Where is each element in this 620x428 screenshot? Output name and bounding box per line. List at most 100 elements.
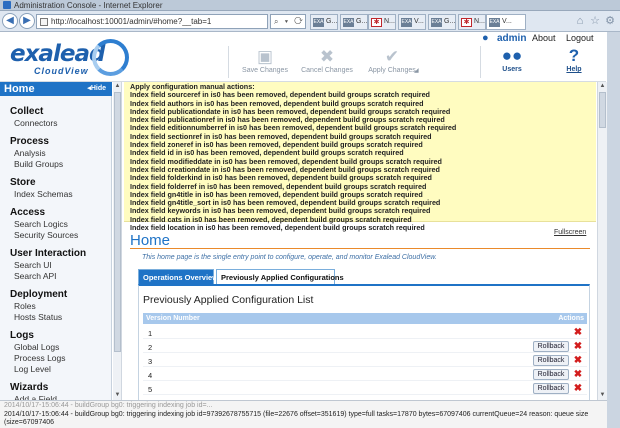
address-text: http://localhost:10001/admin/#home?__tab… <box>51 17 212 26</box>
version-number: 2 <box>148 343 153 352</box>
scroll-up-icon[interactable]: ▲ <box>113 82 122 91</box>
browser-tab[interactable]: EXA V... <box>398 14 426 30</box>
apply-changes-label: Apply Changes <box>368 67 416 74</box>
toolbar-divider <box>228 46 229 78</box>
browser-tab[interactable]: EXA G... <box>310 14 338 30</box>
fullscreen-link[interactable]: Fullscreen <box>554 229 586 236</box>
exalead-favicon-icon: EXA <box>489 18 500 27</box>
cancel-changes-button[interactable]: ✖ Cancel Changes <box>299 47 355 75</box>
table-row: 2 Rollback ✖ <box>143 340 587 353</box>
ie-icon <box>3 1 11 9</box>
tab-previously-applied[interactable]: Previously Applied Configurations <box>216 269 344 284</box>
table-header: Version Number Actions <box>143 313 587 324</box>
forward-icon[interactable]: ▶ <box>19 13 35 29</box>
col-actions-header: Actions <box>558 315 584 322</box>
rollback-button[interactable]: Rollback <box>533 369 569 380</box>
sidebar-item-search-ui[interactable]: Search UI <box>14 260 52 270</box>
browser-tab-label: G... <box>326 18 338 25</box>
sidebar-home[interactable]: Home ◂Hide <box>0 82 112 96</box>
scroll-down-icon[interactable]: ▼ <box>598 391 607 400</box>
version-number: 3 <box>148 357 153 366</box>
rollback-button[interactable]: Rollback <box>533 355 569 366</box>
sidebar-item-search-logics[interactable]: Search Logics <box>14 219 68 229</box>
sidebar-scrollbar[interactable]: ▲ ▼ <box>113 82 122 400</box>
back-icon[interactable]: ◀ <box>2 13 18 29</box>
browser-tab-label: N... <box>474 18 485 25</box>
browser-tab[interactable]: EXA V... <box>486 14 526 30</box>
delete-icon[interactable]: ✖ <box>573 369 583 380</box>
exalead-favicon-icon: EXA <box>401 18 412 27</box>
sidebar-item-search-api[interactable]: Search API <box>14 271 57 281</box>
delete-icon[interactable]: ✖ <box>573 383 583 394</box>
checkmark-icon: ✔ <box>384 47 400 66</box>
logout-link[interactable]: Logout <box>566 33 594 43</box>
sidebar-item-hosts-status[interactable]: Hosts Status <box>14 312 62 322</box>
sidebar-group-store: Store <box>10 177 36 188</box>
table-row: 5 Rollback ✖ <box>143 382 587 395</box>
gear-icon[interactable]: ⚙ <box>604 15 616 27</box>
content-scrollbar[interactable]: ▲ ▼ <box>597 82 607 400</box>
address-bar[interactable]: http://localhost:10001/admin/#home?__tab… <box>36 14 268 29</box>
rollback-button[interactable]: Rollback <box>533 383 569 394</box>
scroll-down-icon[interactable]: ▼ <box>113 391 122 400</box>
x-icon: ✖ <box>319 47 335 66</box>
news-favicon-icon: ✱ <box>371 18 382 27</box>
sidebar-item-process-logs[interactable]: Process Logs <box>14 353 66 363</box>
page-title: Home <box>130 232 171 249</box>
log-line: 2014/10/17-15:06:44 - buildGroup bg0: tr… <box>4 410 589 427</box>
window-edge <box>607 32 620 428</box>
panel-title: Previously Applied Configuration List <box>143 294 314 306</box>
about-link[interactable]: About <box>532 33 556 43</box>
browser-tab[interactable]: EXA G... <box>340 14 368 30</box>
content-scroll-thumb[interactable] <box>599 92 606 128</box>
rollback-button[interactable]: Rollback <box>533 341 569 352</box>
home-icon[interactable]: ⌂ <box>574 15 586 27</box>
browser-tab[interactable]: ✱ N... <box>458 14 486 30</box>
address-controls[interactable]: ⌕ ▾ ⟳ <box>270 14 306 29</box>
sidebar-item-build-groups[interactable]: Build Groups <box>14 159 63 169</box>
delete-icon[interactable]: ✖ <box>573 327 583 338</box>
save-changes-button[interactable]: ▣ Save Changes <box>240 47 290 75</box>
users-label: Users <box>502 66 522 73</box>
logo-subtitle: CloudView <box>34 66 89 76</box>
browser-tab-label: N... <box>384 18 395 25</box>
sidebar-item-analysis[interactable]: Analysis <box>14 148 46 158</box>
sidebar-group-collect: Collect <box>10 106 44 117</box>
user-name[interactable]: admin <box>497 33 526 44</box>
sidebar-item-roles[interactable]: Roles <box>14 301 36 311</box>
star-icon[interactable]: ☆ <box>589 15 601 27</box>
browser-tab-label: V... <box>414 18 424 25</box>
tab-operations-overview[interactable]: Operations Overview <box>138 269 218 284</box>
version-number: 4 <box>148 371 153 380</box>
sidebar-item-connectors[interactable]: Connectors <box>14 118 57 128</box>
apply-actions-notice: Apply configuration manual actions: Index… <box>124 82 596 232</box>
sidebar-item-log-level[interactable]: Log Level <box>14 364 51 374</box>
sidebar-item-security-sources[interactable]: Security Sources <box>14 230 78 240</box>
delete-icon[interactable]: ✖ <box>573 341 583 352</box>
page-description: This home page is the single entry point… <box>142 254 437 261</box>
notice-line: Index field location in is0 has been rem… <box>130 223 425 233</box>
sidebar-group-process: Process <box>10 136 49 147</box>
main-content: Apply configuration manual actions: Index… <box>124 82 596 400</box>
sidebar-item-global-logs[interactable]: Global Logs <box>14 342 59 352</box>
browser-toolbar: ◀ ▶ http://localhost:10001/admin/#home?_… <box>0 11 620 32</box>
apply-changes-button[interactable]: ✔ Apply Changes <box>363 47 421 75</box>
apply-dropdown-icon[interactable]: ◢ <box>414 67 419 74</box>
browser-tab[interactable]: EXA G... <box>428 14 456 30</box>
logo-swirl-icon <box>92 39 129 76</box>
sidebar-scroll-thumb[interactable] <box>114 92 121 352</box>
exalead-favicon-icon: EXA <box>431 18 442 27</box>
col-version-header: Version Number <box>146 315 200 322</box>
users-button[interactable]: ●● Users <box>492 47 532 74</box>
browser-tab[interactable]: ✱ N... <box>368 14 396 30</box>
logo-wordmark: exalead <box>10 41 105 67</box>
scroll-up-icon[interactable]: ▲ <box>598 82 607 91</box>
hide-sidebar-button[interactable]: ◂Hide <box>87 84 106 92</box>
browser-tab-label: G... <box>356 18 368 25</box>
delete-icon[interactable]: ✖ <box>573 355 583 366</box>
sidebar-item-index-schemas[interactable]: Index Schemas <box>14 189 73 199</box>
help-button[interactable]: ? Help <box>554 47 594 74</box>
floppy-icon: ▣ <box>256 47 274 66</box>
toolbar-divider <box>480 46 481 78</box>
table-row: 1 ✖ <box>143 326 587 339</box>
